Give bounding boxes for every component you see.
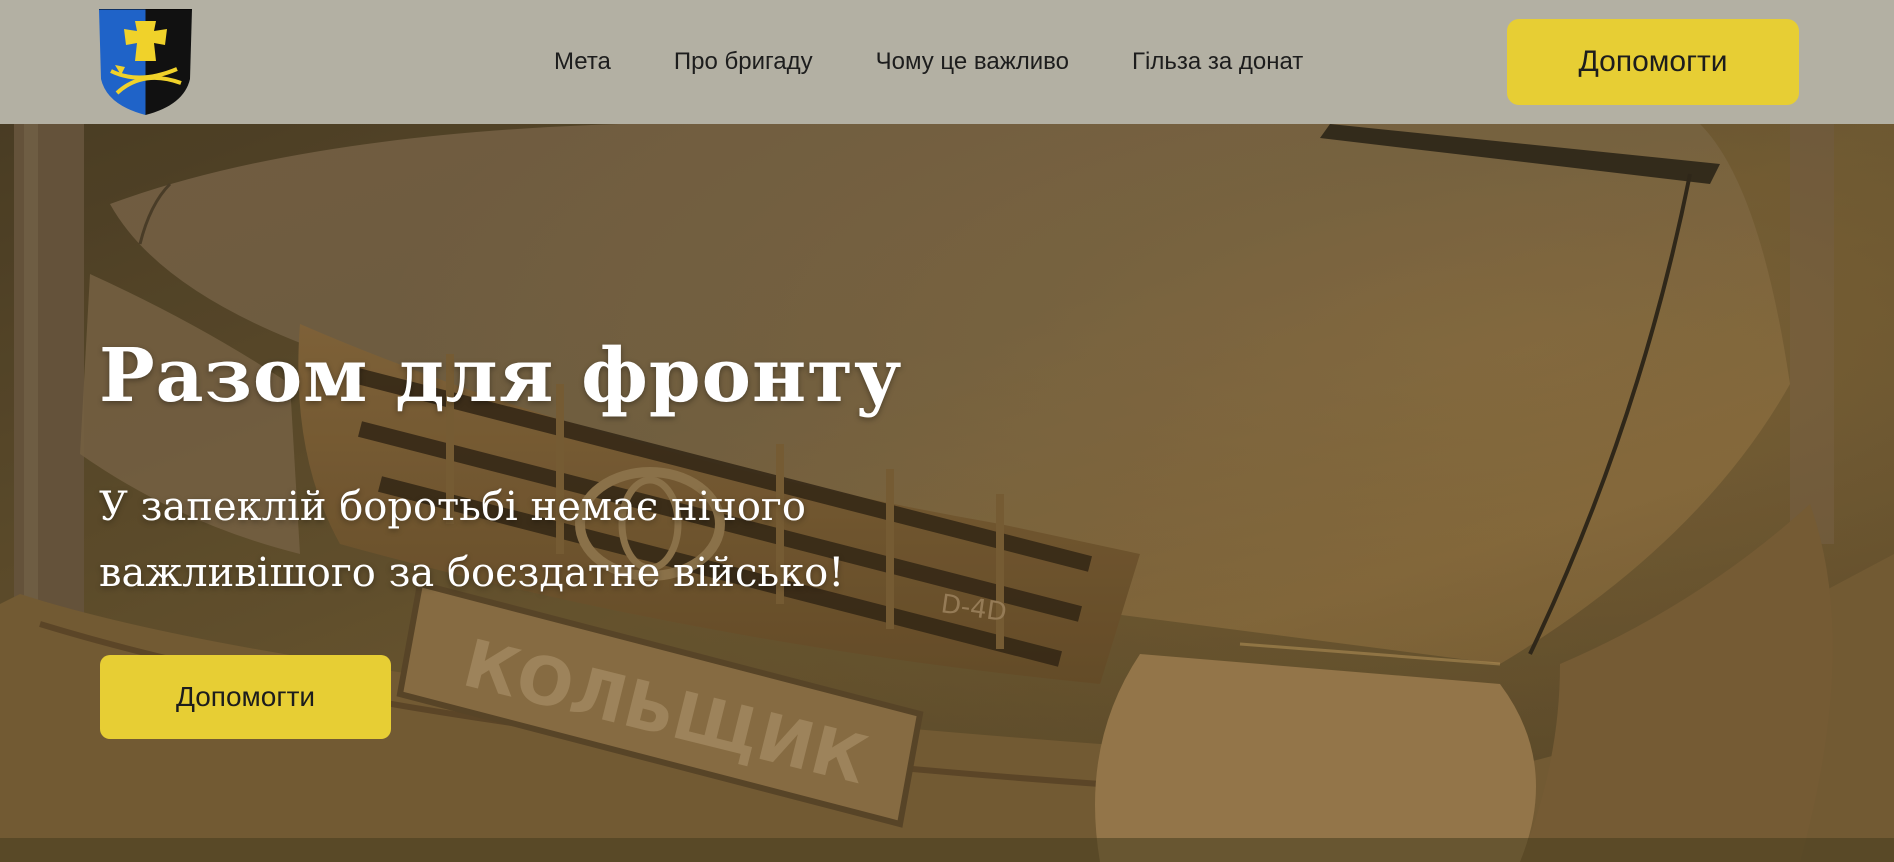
main-nav: Мета Про бригаду Чому це важливо Гільза … — [554, 0, 1303, 124]
hero-subtitle: У запеклій боротьбі немає нічого важливі… — [99, 474, 999, 606]
nav-item-goal[interactable]: Мета — [554, 48, 611, 76]
brigade-shield-logo-icon[interactable] — [99, 8, 192, 115]
nav-item-about-brigade[interactable]: Про бригаду — [674, 48, 813, 76]
hero-subtitle-line-2: важливішого за боєздатне військо! — [99, 550, 845, 596]
site-header: Мета Про бригаду Чому це важливо Гільза … — [0, 0, 1894, 124]
hero-title: Разом для фронту — [99, 333, 903, 419]
nav-item-shell-for-donation[interactable]: Гільза за донат — [1132, 48, 1303, 76]
header-help-button[interactable]: Допомогти — [1507, 19, 1799, 105]
hero-bottom-strip — [0, 838, 1894, 862]
nav-item-why-important[interactable]: Чому це важливо — [876, 48, 1069, 76]
hero-help-button[interactable]: Допомогти — [100, 655, 391, 739]
hero-subtitle-line-1: У запеклій боротьбі немає нічого — [99, 484, 806, 530]
page: D-4D КОЛЬЩИК Мета Про бригаду Чому це ва… — [0, 0, 1894, 862]
